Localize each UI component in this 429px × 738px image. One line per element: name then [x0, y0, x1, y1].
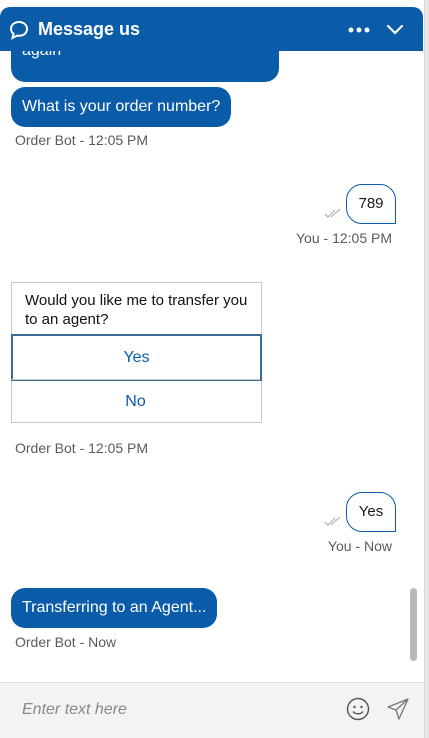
chevron-down-icon[interactable]	[386, 23, 404, 37]
option-no-button[interactable]: No	[11, 379, 260, 424]
speech-bubble-icon	[9, 20, 29, 40]
composer: Enter text here	[0, 682, 424, 738]
user-message-text: Yes	[358, 503, 384, 520]
bot-message: Transferring to an Agent...	[11, 588, 218, 628]
more-icon[interactable]	[348, 27, 370, 33]
message-meta: Order Bot - 12:05 PM	[15, 440, 149, 456]
smiley-icon[interactable]	[346, 697, 370, 721]
prompt-question: Would you like me to transfer you to an …	[25, 292, 248, 328]
message-meta: You - 12:05 PM	[296, 230, 392, 246]
user-message: Yes	[346, 492, 396, 532]
read-receipt-icon	[324, 208, 341, 218]
message-meta: Order Bot - 12:05 PM	[15, 132, 149, 148]
transfer-prompt-card: Would you like me to transfer you to an …	[11, 282, 262, 423]
message-input[interactable]: Enter text here	[22, 701, 127, 719]
bot-message-text: What is your order number?	[22, 98, 221, 115]
bot-message: What is your order number?	[11, 87, 232, 127]
scrollbar-thumb[interactable]	[410, 588, 417, 661]
message-meta: Order Bot - Now	[15, 634, 117, 650]
bot-message: again	[11, 51, 279, 82]
read-receipt-icon	[324, 516, 341, 526]
option-yes-button[interactable]: Yes	[11, 334, 262, 381]
message-meta: You - Now	[327, 538, 392, 554]
message-list[interactable]: again What is your order number? Order B…	[0, 51, 424, 682]
send-icon[interactable]	[386, 697, 410, 721]
chat-widget: Message us again What is your order numb…	[0, 0, 425, 738]
user-message-text: 789	[358, 195, 384, 212]
bot-message-text: again	[22, 51, 61, 61]
user-message: 789	[346, 184, 396, 224]
header-title: Message us	[38, 19, 141, 39]
chat-header: Message us	[0, 7, 423, 51]
bot-message-text: Transferring to an Agent...	[22, 599, 207, 616]
